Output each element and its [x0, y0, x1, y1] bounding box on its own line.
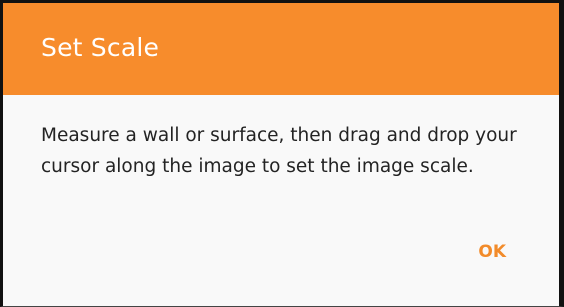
- dialog-message: Measure a wall or surface, then drag and…: [41, 125, 517, 177]
- ok-button[interactable]: OK: [478, 241, 506, 263]
- dialog-header: Set Scale: [3, 3, 559, 95]
- set-scale-dialog: Set Scale Measure a wall or surface, the…: [0, 0, 564, 307]
- dialog-title: Set Scale: [41, 33, 160, 62]
